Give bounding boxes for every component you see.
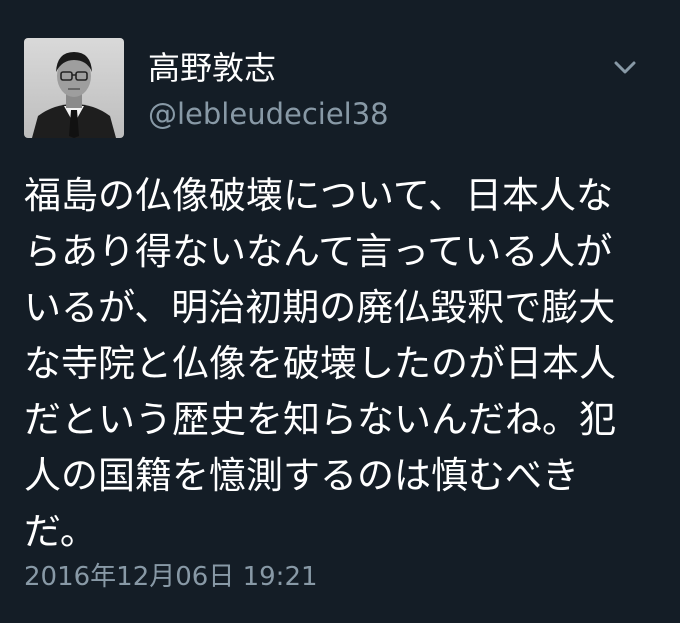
tweet-text: 福島の仏像破壊について、日本人な らあり得ないなんて言っている人が いるが、明治初期… [24, 168, 664, 560]
tweet-text-line: いるが、明治初期の廃仏毀釈で膨大 [24, 286, 616, 329]
tweet-text-line: だ。 [24, 510, 97, 553]
author-avatar[interactable] [24, 38, 124, 138]
tweet-text-line: な寺院と仏像を破壊したのが日本人 [24, 342, 616, 385]
tweet-card: 高野敦志 @lebleudeciel38 福島の仏像破壊について、日本人な らあり… [0, 0, 680, 623]
tweet-text-line: らあり得ないなんて言っている人が [24, 230, 613, 273]
tweet-text-line: 人の国籍を憶測するのは慎むべき [24, 454, 579, 497]
chevron-down-icon [614, 61, 636, 74]
author-handle[interactable]: @lebleudeciel38 [148, 96, 389, 132]
tweet-text-line: 福島の仏像破壊について、日本人な [24, 174, 614, 217]
profile-photo-icon [24, 38, 124, 138]
author-display-name[interactable]: 高野敦志 [148, 48, 276, 88]
tweet-timestamp[interactable]: 2016年12月06日 19:21 [24, 560, 318, 594]
tweet-menu-button[interactable] [608, 50, 642, 84]
tweet-text-line: だという歴史を知らないんだね。犯 [24, 398, 616, 441]
